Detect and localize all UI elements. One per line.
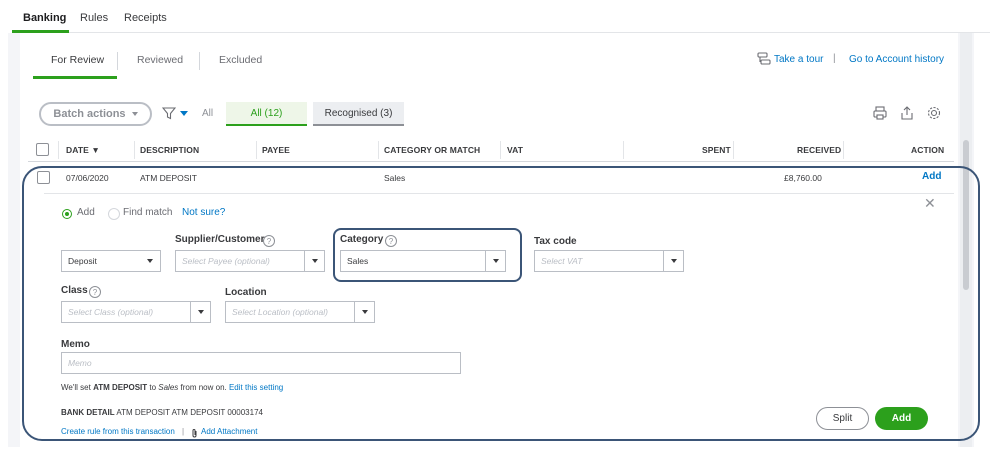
tab-excluded[interactable]: Excluded [219, 54, 262, 66]
tab-reviewed[interactable]: Reviewed [137, 54, 183, 66]
link-separator: | [833, 53, 836, 64]
table-header: DATE ▼ DESCRIPTION PAYEE CATEGORY OR MAT… [28, 138, 954, 162]
column-separator [256, 141, 257, 159]
top-tab-bar: Banking Rules Receipts [12, 0, 990, 33]
pill-all[interactable]: All (12) [226, 102, 307, 126]
header-description: DESCRIPTION [140, 145, 200, 155]
header-received: RECEIVED [797, 145, 842, 155]
tab-receipts[interactable]: Receipts [124, 12, 167, 24]
column-separator [733, 141, 734, 159]
filter-all-label: All [202, 108, 214, 119]
filter-dropdown-caret[interactable] [180, 111, 188, 116]
select-all-checkbox[interactable] [36, 143, 49, 156]
filter-icon[interactable] [162, 107, 176, 120]
chevron-down-icon [131, 112, 138, 116]
column-separator [500, 141, 501, 159]
batch-actions-label: Batch actions [53, 108, 126, 120]
header-vat: VAT [507, 145, 524, 155]
active-subtab-indicator [33, 76, 117, 79]
header-payee: PAYEE [262, 145, 290, 155]
header-date[interactable]: DATE ▼ [66, 145, 100, 155]
print-icon[interactable] [872, 105, 888, 121]
header-action: ACTION [911, 145, 945, 155]
batch-actions-button[interactable]: Batch actions [39, 102, 152, 126]
settings-gear-icon[interactable] [926, 105, 942, 121]
column-separator [378, 141, 379, 159]
column-separator [134, 141, 135, 159]
column-separator [58, 141, 59, 159]
pill-recognised[interactable]: Recognised (3) [313, 102, 404, 126]
expanded-row-highlight-outline [22, 166, 980, 441]
column-separator [843, 141, 844, 159]
take-tour-link[interactable]: Take a tour [774, 54, 823, 65]
tab-banking[interactable]: Banking [23, 12, 66, 24]
divider [199, 52, 200, 70]
tab-for-review[interactable]: For Review [51, 54, 104, 66]
tab-rules[interactable]: Rules [80, 12, 108, 24]
export-icon[interactable] [899, 105, 915, 121]
tour-icon[interactable] [757, 52, 771, 66]
column-separator [623, 141, 624, 159]
divider [117, 52, 118, 70]
header-category: CATEGORY OR MATCH [384, 145, 481, 155]
account-history-link[interactable]: Go to Account history [849, 54, 944, 65]
header-spent: SPENT [702, 145, 731, 155]
